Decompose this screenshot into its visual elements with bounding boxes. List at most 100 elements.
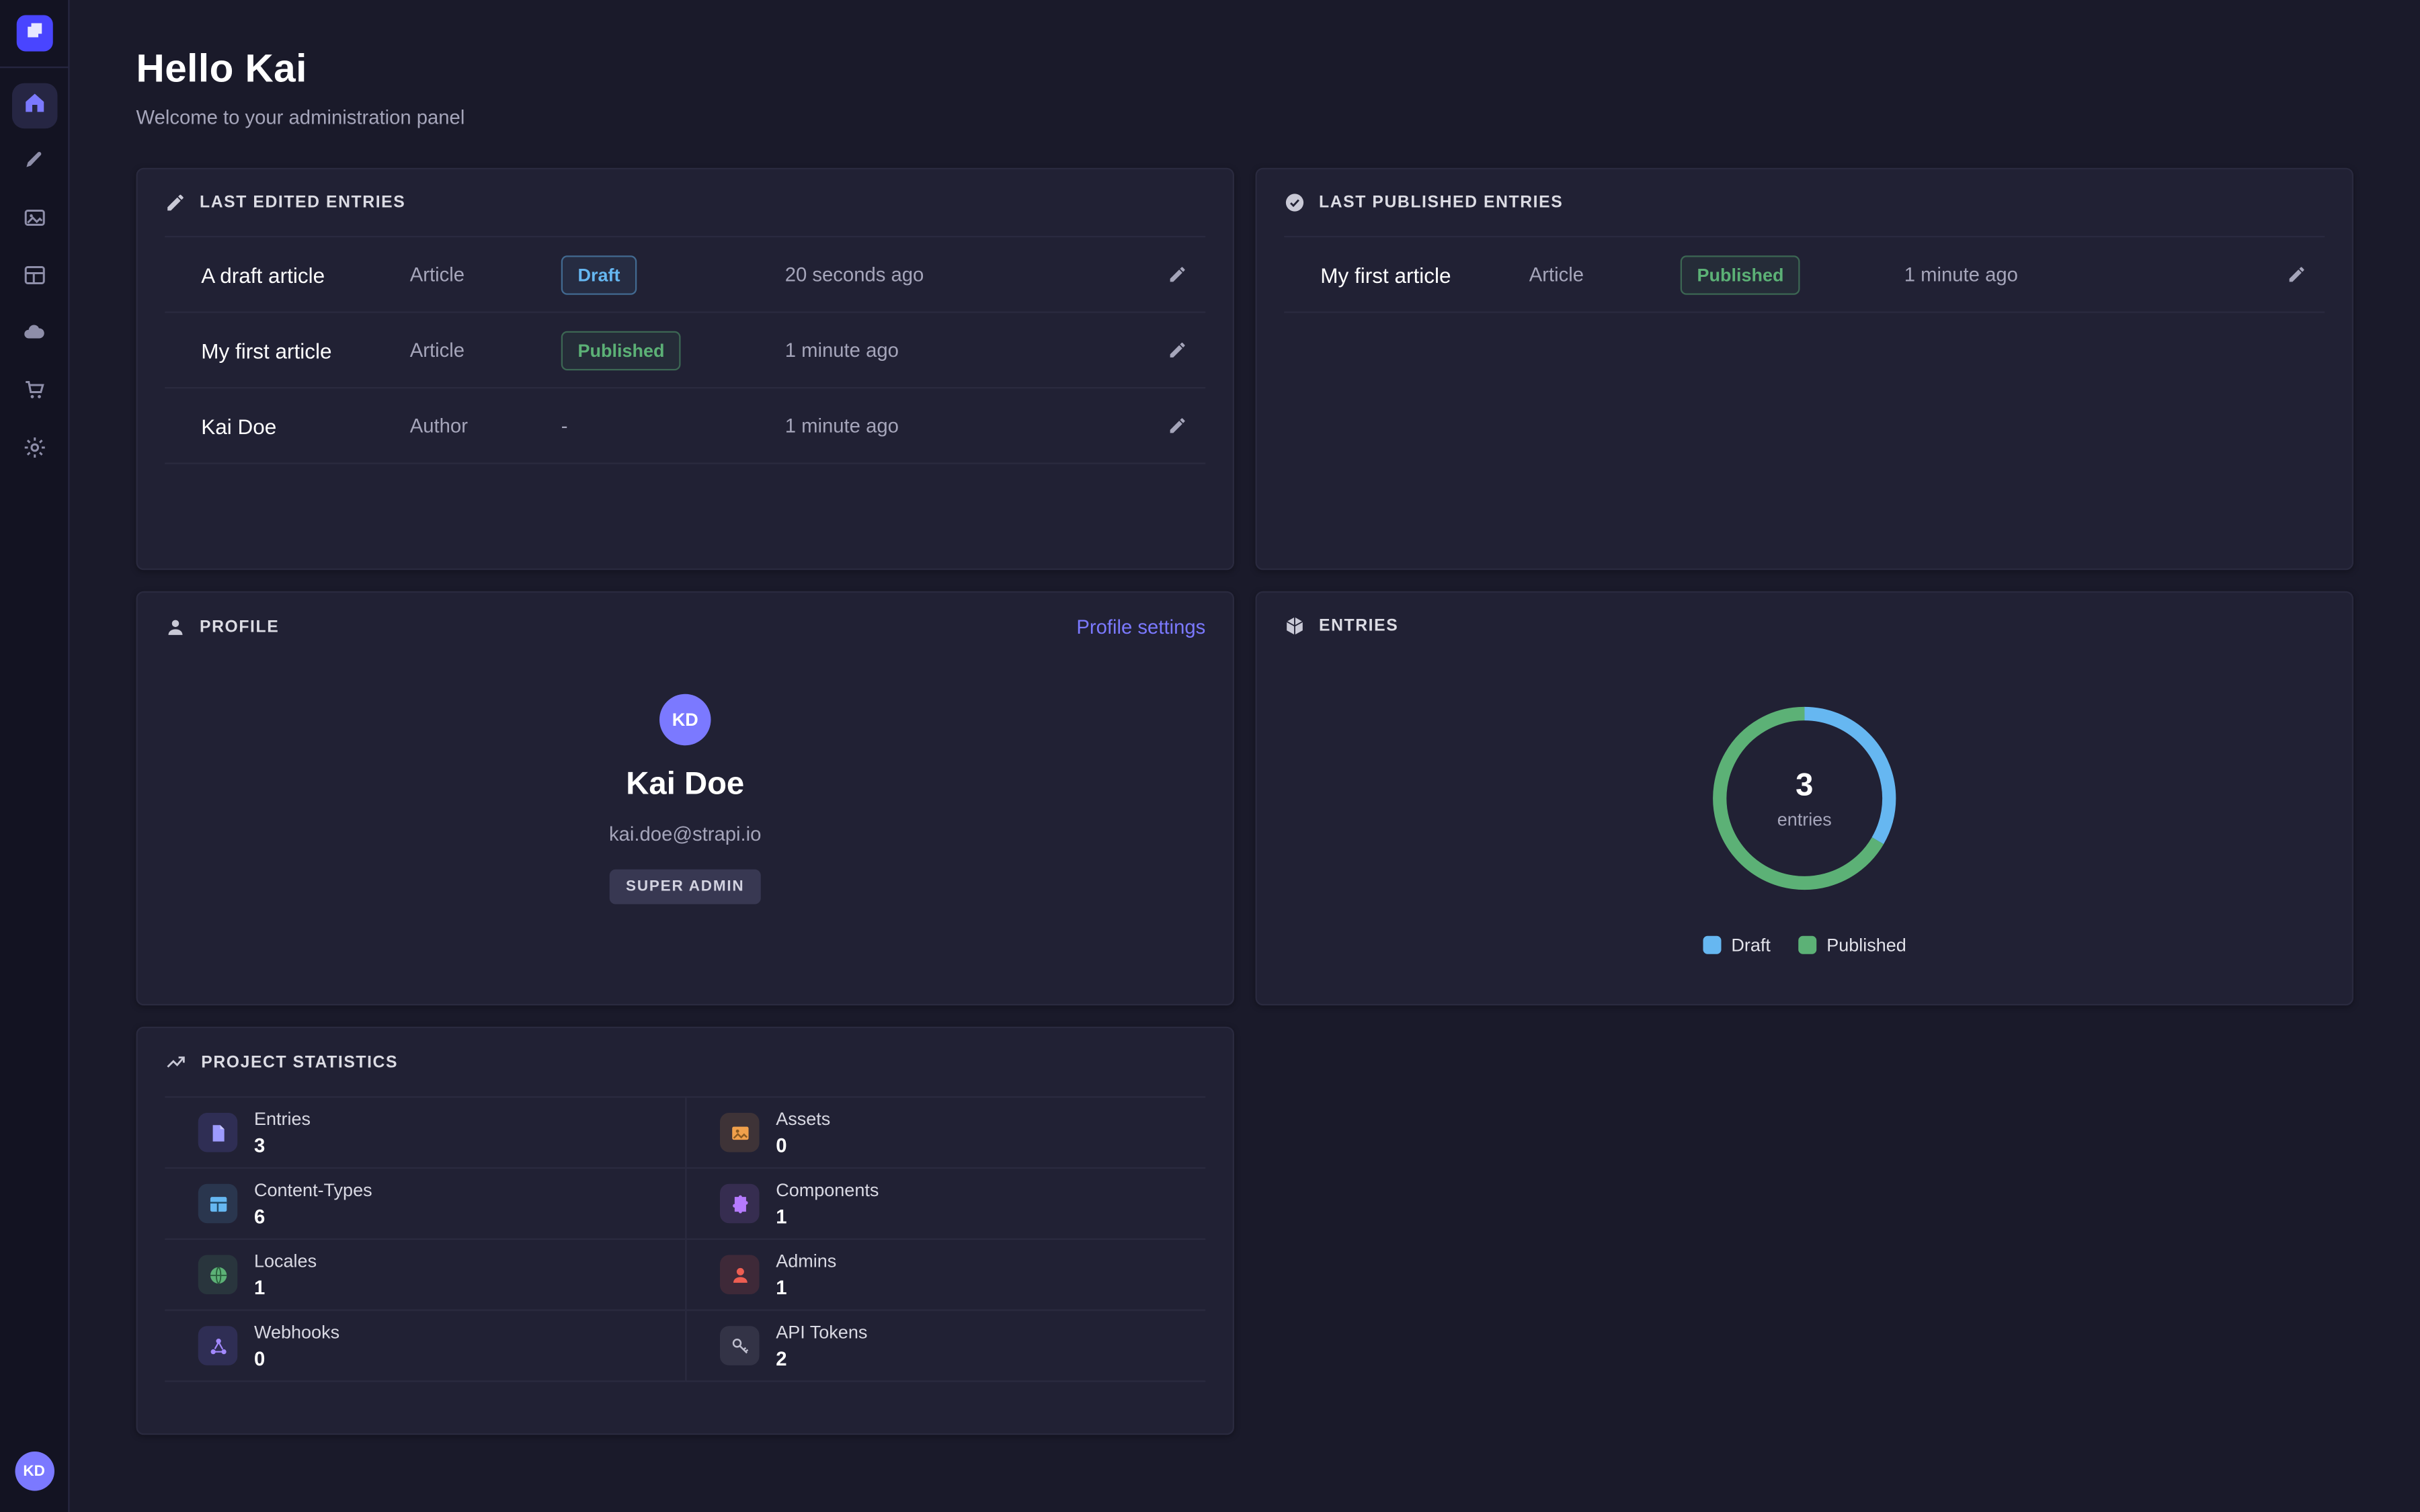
table-row[interactable]: Kai Doe Author - 1 minute ago: [165, 388, 1205, 464]
person-icon: [720, 1255, 760, 1295]
entry-name: Kai Doe: [201, 413, 410, 437]
profile-avatar: KD: [659, 694, 711, 746]
profile-card: PROFILE Profile settings KD Kai Doe kai.…: [136, 591, 1235, 1006]
status-badge: Published: [1681, 255, 1801, 294]
user-avatar[interactable]: KD: [14, 1452, 54, 1491]
page-subtitle: Welcome to your administration panel: [136, 106, 2354, 129]
check-circle-icon: [1284, 192, 1305, 214]
last-edited-table: A draft article Article Draft 20 seconds…: [165, 236, 1205, 464]
stat-components: Components 1: [685, 1169, 1205, 1240]
table-row[interactable]: My first article Article Published 1 min…: [165, 313, 1205, 389]
donut-value: 3: [1796, 767, 1813, 804]
stat-value: 1: [776, 1205, 879, 1228]
dashboard-grid: LAST EDITED ENTRIES A draft article Arti…: [136, 168, 2354, 1435]
stat-value: 0: [776, 1134, 830, 1157]
sidebar-item-media-library[interactable]: [11, 198, 57, 244]
layout-icon: [22, 262, 46, 294]
card-title: PROFILE: [200, 618, 279, 636]
stat-value: 2: [776, 1347, 867, 1370]
stat-value: 1: [776, 1276, 836, 1299]
gear-icon: [22, 435, 46, 466]
edit-icon[interactable]: [1157, 265, 1197, 284]
stat-label: Components: [776, 1179, 879, 1201]
stat-label: Content-Types: [254, 1179, 372, 1201]
trend-up-icon: [165, 1051, 188, 1074]
profile-settings-link[interactable]: Profile settings: [1076, 616, 1205, 638]
profile-body: KD Kai Doe kai.doe@strapi.io SUPER ADMIN: [138, 694, 1233, 905]
status-badge: Published: [561, 331, 682, 370]
puzzle-icon: [720, 1184, 760, 1224]
stat-value: 3: [254, 1134, 311, 1157]
stat-webhooks: Webhooks 0: [165, 1311, 685, 1382]
legend-label: Published: [1826, 935, 1906, 956]
document-icon: [198, 1113, 238, 1152]
status-badge: -: [561, 413, 568, 436]
entry-type: Article: [1529, 263, 1681, 286]
last-published-header: LAST PUBLISHED ENTRIES: [1257, 169, 2352, 236]
entry-name: My first article: [201, 338, 410, 362]
stat-label: Locales: [254, 1251, 317, 1272]
stat-admins: Admins 1: [685, 1240, 1205, 1311]
entry-type: Author: [410, 415, 561, 437]
profile-header: PROFILE Profile settings: [138, 593, 1233, 661]
stats-grid: Entries 3 Assets 0: [165, 1096, 1205, 1382]
stat-value: 0: [254, 1347, 339, 1370]
sidebar-item-home[interactable]: [11, 83, 57, 129]
entries-card: ENTRIES 3 entries Draft: [1256, 591, 2354, 1006]
card-title: ENTRIES: [1319, 617, 1398, 635]
cart-icon: [22, 377, 46, 409]
stat-value: 1: [254, 1276, 317, 1299]
home-icon: [22, 90, 46, 122]
strapi-logo[interactable]: [16, 15, 52, 52]
person-icon: [165, 616, 186, 638]
pencil-icon: [165, 192, 186, 214]
entry-name: A draft article: [201, 262, 410, 286]
empty-grid-slot: [1256, 1027, 2354, 1435]
stat-label: Webhooks: [254, 1322, 339, 1343]
table-row[interactable]: A draft article Article Draft 20 seconds…: [165, 237, 1205, 313]
entry-time: 1 minute ago: [1904, 263, 2277, 286]
app-root: KD Hello Kai Welcome to your administrat…: [0, 0, 2420, 1512]
entry-name: My first article: [1320, 262, 1529, 286]
webhook-icon: [198, 1326, 238, 1366]
stat-label: API Tokens: [776, 1322, 867, 1343]
stat-label: Admins: [776, 1251, 836, 1272]
edit-icon[interactable]: [1157, 416, 1197, 435]
card-title: LAST EDITED ENTRIES: [200, 194, 405, 212]
published-swatch: [1798, 936, 1816, 954]
key-icon: [720, 1326, 760, 1366]
last-published-table: My first article Article Published 1 min…: [1284, 236, 2325, 313]
cube-icon: [1284, 616, 1305, 637]
sidebar-item-content-manager[interactable]: [11, 140, 57, 186]
sidebar-item-content-type-builder[interactable]: [11, 255, 57, 301]
edit-icon[interactable]: [1157, 340, 1197, 360]
entries-header: ENTRIES: [1257, 593, 2352, 659]
sidebar: KD: [0, 0, 70, 1512]
entry-time: 1 minute ago: [785, 415, 1158, 437]
table-row[interactable]: My first article Article Published 1 min…: [1284, 237, 2325, 313]
sidebar-item-marketplace[interactable]: [11, 370, 57, 416]
sidebar-item-settings[interactable]: [11, 428, 57, 474]
stat-api-tokens: API Tokens 2: [685, 1311, 1205, 1382]
role-badge: SUPER ADMIN: [609, 870, 761, 905]
last-edited-card: LAST EDITED ENTRIES A draft article Arti…: [136, 168, 1235, 571]
page-header: Hello Kai Welcome to your administration…: [136, 46, 2354, 129]
sidebar-divider: [0, 67, 69, 68]
stat-locales: Locales 1: [165, 1240, 685, 1311]
page-title: Hello Kai: [136, 46, 2354, 93]
donut-center: 3 entries: [1705, 699, 1904, 898]
sidebar-item-cloud[interactable]: [11, 313, 57, 359]
entry-time: 20 seconds ago: [785, 263, 1158, 286]
profile-email: kai.doe@strapi.io: [609, 823, 761, 845]
entry-type: Article: [410, 263, 561, 286]
globe-icon: [198, 1255, 238, 1295]
profile-name: Kai Doe: [626, 767, 744, 803]
image-icon: [22, 205, 46, 237]
card-title: LAST PUBLISHED ENTRIES: [1319, 194, 1563, 212]
last-published-card: LAST PUBLISHED ENTRIES My first article …: [1256, 168, 2354, 571]
pen-icon: [23, 149, 46, 179]
status-badge: Draft: [561, 255, 637, 294]
donut-label: entries: [1777, 808, 1832, 830]
edit-icon[interactable]: [2276, 265, 2316, 284]
project-statistics-header: PROJECT STATISTICS: [138, 1028, 1233, 1096]
